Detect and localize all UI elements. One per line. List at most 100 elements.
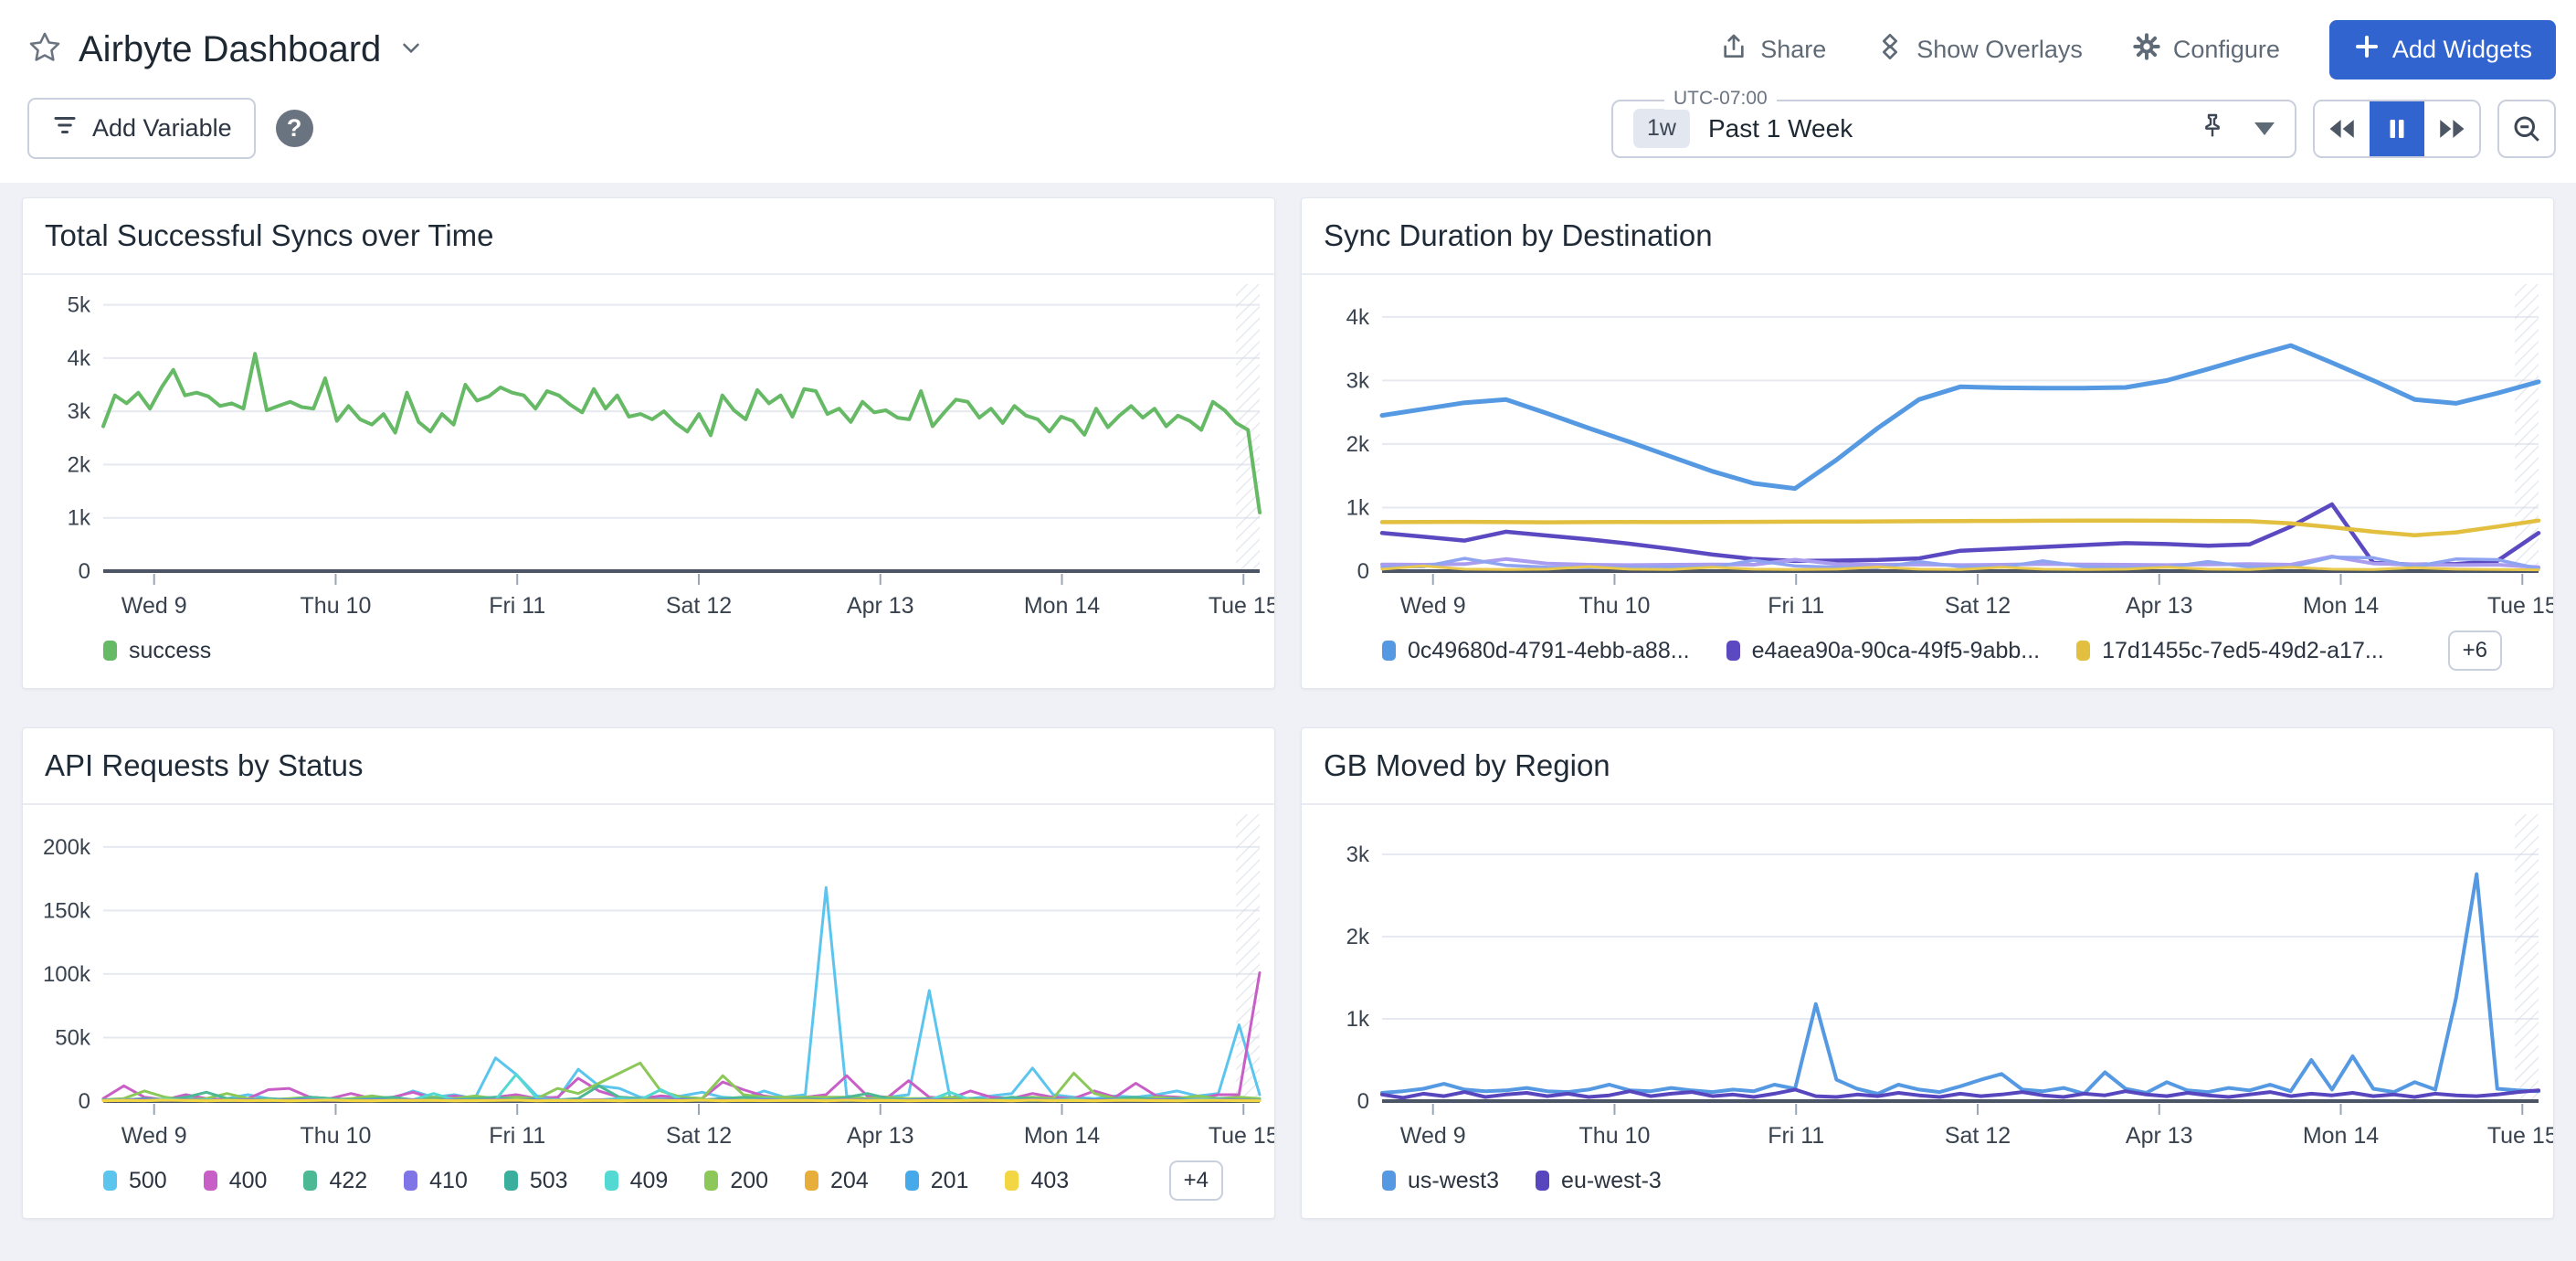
svg-text:100k: 100k — [43, 962, 91, 987]
pin-icon[interactable] — [2198, 111, 2227, 145]
legend-label: us-west3 — [1408, 1168, 1499, 1194]
add-variable-label: Add Variable — [92, 114, 232, 143]
svg-text:Apr 13: Apr 13 — [2126, 593, 2193, 619]
svg-text:2k: 2k — [68, 452, 91, 477]
svg-text:Wed 9: Wed 9 — [121, 593, 187, 619]
overlays-icon — [1875, 32, 1905, 68]
configure-label: Configure — [2173, 36, 2280, 64]
legend-item[interactable]: 410 — [404, 1168, 468, 1194]
dropdown-caret-icon[interactable] — [2254, 122, 2275, 135]
time-range-picker[interactable]: UTC-07:00 1w Past 1 Week — [1611, 100, 2296, 158]
time-range-label: Past 1 Week — [1708, 114, 1853, 143]
svg-text:Apr 13: Apr 13 — [847, 593, 914, 619]
svg-text:Wed 9: Wed 9 — [121, 1123, 187, 1149]
time-nav-group — [2313, 100, 2481, 158]
legend-color-chip — [605, 1171, 618, 1191]
pause-button[interactable] — [2370, 101, 2424, 156]
legend-label: 422 — [329, 1168, 367, 1194]
legend-label: eu-west-3 — [1561, 1168, 1662, 1194]
line-chart[interactable]: 3k2k1k0Wed 9Thu 10Fri 11Sat 12Apr 13Mon … — [1302, 805, 2553, 1150]
legend-item[interactable]: 204 — [805, 1168, 869, 1194]
legend-label: 17d1455c-7ed5-49d2-a17... — [2102, 638, 2384, 664]
svg-text:Tue 15: Tue 15 — [2487, 593, 2553, 619]
configure-button[interactable]: Configure — [2132, 32, 2280, 68]
legend-label: 204 — [830, 1168, 869, 1194]
svg-text:50k: 50k — [55, 1025, 91, 1050]
legend-item[interactable]: 409 — [605, 1168, 669, 1194]
legend-item[interactable]: 0c49680d-4791-4ebb-a88... — [1382, 638, 1690, 664]
legend-color-chip — [1382, 641, 1396, 661]
zoom-out-button[interactable] — [2497, 100, 2556, 158]
svg-text:Mon 14: Mon 14 — [2303, 1123, 2379, 1149]
legend-item[interactable]: 400 — [204, 1168, 268, 1194]
line-chart[interactable]: 200k150k100k50k0Wed 9Thu 10Fri 11Sat 12A… — [23, 805, 1274, 1150]
time-backward-button[interactable] — [2315, 101, 2370, 156]
legend-item[interactable]: 422 — [303, 1168, 367, 1194]
legend-color-chip — [805, 1171, 818, 1191]
dashboard-title-group[interactable]: Airbyte Dashboard — [27, 29, 425, 70]
svg-text:Tue 15: Tue 15 — [1209, 1123, 1274, 1149]
share-icon — [1719, 32, 1748, 68]
legend-color-chip — [103, 641, 117, 661]
svg-text:150k: 150k — [43, 898, 91, 923]
legend-color-chip — [404, 1171, 417, 1191]
top-bar: Airbyte Dashboard Share Show Overlays — [0, 0, 2576, 183]
svg-text:Thu 10: Thu 10 — [301, 593, 372, 619]
legend-overflow-badge[interactable]: +6 — [2448, 630, 2502, 671]
dashboard-grid: Total Successful Syncs over Time 5k4k3k2… — [0, 183, 2576, 1239]
legend-label: 403 — [1030, 1168, 1069, 1194]
legend-item[interactable]: 17d1455c-7ed5-49d2-a17... — [2076, 638, 2384, 664]
chevron-down-icon[interactable] — [397, 34, 425, 66]
time-forward-button[interactable] — [2424, 101, 2479, 156]
star-icon[interactable] — [27, 30, 62, 69]
help-icon[interactable]: ? — [276, 110, 313, 147]
legend-label: e4aea90a-90ca-49f5-9abb... — [1752, 638, 2041, 664]
line-chart[interactable]: 5k4k3k2k1k0Wed 9Thu 10Fri 11Sat 12Apr 13… — [23, 275, 1274, 620]
svg-text:1k: 1k — [1346, 1007, 1370, 1032]
legend-color-chip — [905, 1171, 919, 1191]
svg-text:Mon 14: Mon 14 — [2303, 593, 2379, 619]
legend-item[interactable]: 403 — [1005, 1168, 1069, 1194]
legend-color-chip — [704, 1171, 718, 1191]
svg-text:Fri 11: Fri 11 — [1768, 1123, 1824, 1149]
legend-item[interactable]: success — [103, 638, 211, 664]
legend-item[interactable]: e4aea90a-90ca-49f5-9abb... — [1726, 638, 2041, 664]
legend-overflow-badge[interactable]: +4 — [1169, 1160, 1223, 1201]
legend-label: success — [129, 638, 211, 664]
legend-item[interactable]: us-west3 — [1382, 1168, 1499, 1194]
widget-total-successful-syncs: Total Successful Syncs over Time 5k4k3k2… — [22, 197, 1275, 689]
svg-text:Wed 9: Wed 9 — [1400, 593, 1466, 619]
legend-item[interactable]: 201 — [905, 1168, 969, 1194]
svg-text:Tue 15: Tue 15 — [2487, 1123, 2553, 1149]
svg-text:3k: 3k — [1346, 368, 1370, 393]
svg-text:200k: 200k — [43, 835, 91, 860]
svg-text:3k: 3k — [68, 399, 91, 424]
svg-text:4k: 4k — [68, 346, 91, 371]
legend-item[interactable]: 500 — [103, 1168, 167, 1194]
show-overlays-button[interactable]: Show Overlays — [1875, 32, 2083, 68]
svg-text:1k: 1k — [1346, 495, 1370, 520]
plus-icon — [2353, 33, 2381, 67]
svg-text:4k: 4k — [1346, 305, 1370, 330]
gear-icon — [2132, 32, 2161, 68]
time-controls: UTC-07:00 1w Past 1 Week — [1611, 100, 2556, 158]
add-widgets-button[interactable]: Add Widgets — [2329, 20, 2556, 79]
svg-text:Fri 11: Fri 11 — [489, 593, 545, 619]
add-variable-button[interactable]: Add Variable — [27, 98, 256, 159]
legend-item[interactable]: 503 — [504, 1168, 568, 1194]
svg-text:3k: 3k — [1346, 842, 1370, 867]
legend-color-chip — [1726, 641, 1740, 661]
legend-item[interactable]: 200 — [704, 1168, 768, 1194]
share-button[interactable]: Share — [1719, 32, 1826, 68]
chart-legend: us-west3 eu-west-3 — [1302, 1150, 2553, 1218]
widget-title: API Requests by Status — [23, 728, 1274, 805]
add-widgets-label: Add Widgets — [2392, 36, 2532, 64]
svg-text:Wed 9: Wed 9 — [1400, 1123, 1466, 1149]
svg-text:5k: 5k — [68, 293, 91, 318]
legend-color-chip — [303, 1171, 317, 1191]
legend-item[interactable]: eu-west-3 — [1536, 1168, 1662, 1194]
svg-text:Mon 14: Mon 14 — [1024, 1123, 1100, 1149]
line-chart[interactable]: 4k3k2k1k0Wed 9Thu 10Fri 11Sat 12Apr 13Mo… — [1302, 275, 2553, 620]
legend-label: 500 — [129, 1168, 167, 1194]
svg-text:2k: 2k — [1346, 432, 1370, 457]
